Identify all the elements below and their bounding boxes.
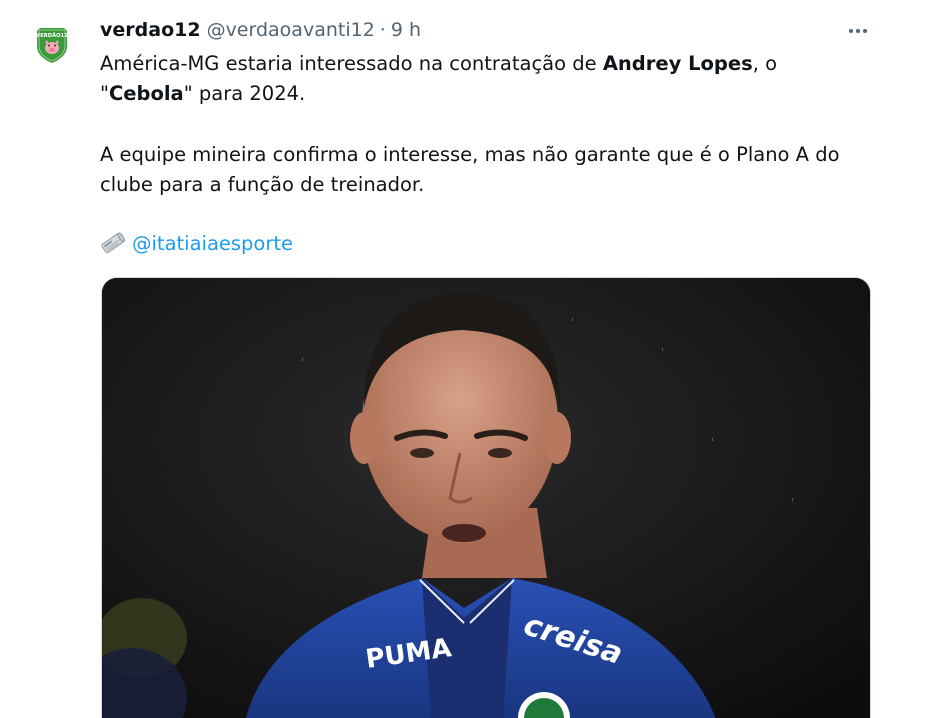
photo-illustration: creisa PUMA <box>102 278 870 718</box>
text-span: " <box>100 82 109 105</box>
svg-text:VERDÃO12: VERDÃO12 <box>36 32 68 39</box>
text-span: , o <box>752 52 778 75</box>
more-horizontal-icon-dot <box>856 29 860 33</box>
tweet-timestamp[interactable]: 9 h <box>391 19 421 41</box>
newspaper-icon <box>100 232 126 263</box>
more-horizontal-icon-dot <box>863 29 867 33</box>
tweet-source: @itatiaiaesporte <box>100 229 860 263</box>
text-span: " para 2024. <box>183 82 306 105</box>
text-line: clube para a função de treinador. <box>100 173 425 196</box>
tweet-media-photo[interactable]: creisa PUMA <box>101 277 871 718</box>
header-separator: · <box>379 19 386 41</box>
bold-name-andrey: Andrey Lopes <box>602 52 753 75</box>
bold-nickname: Cebola <box>108 82 184 105</box>
text-span: América-MG estaria interessado na contra… <box>100 52 603 75</box>
tweet-paragraph-1: América-MG estaria interessado na contra… <box>100 49 860 109</box>
more-options-button[interactable] <box>843 18 873 44</box>
author-name[interactable]: verdao12 <box>100 19 201 41</box>
tweet-paragraph-2: A equipe mineira confirma o interesse, m… <box>100 140 860 200</box>
avatar-shield-logo: VERDÃO12 <box>36 28 68 63</box>
mention-link[interactable]: @itatiaiaesporte <box>132 232 293 255</box>
author-handle[interactable]: @verdaoavanti12 <box>207 19 375 41</box>
author-avatar[interactable]: VERDÃO12 <box>32 24 72 64</box>
more-horizontal-icon <box>849 29 853 33</box>
tweet-header: verdao12 @verdaoavanti12 · 9 h <box>100 17 421 43</box>
text-line: A equipe mineira confirma o interesse, m… <box>100 143 840 166</box>
